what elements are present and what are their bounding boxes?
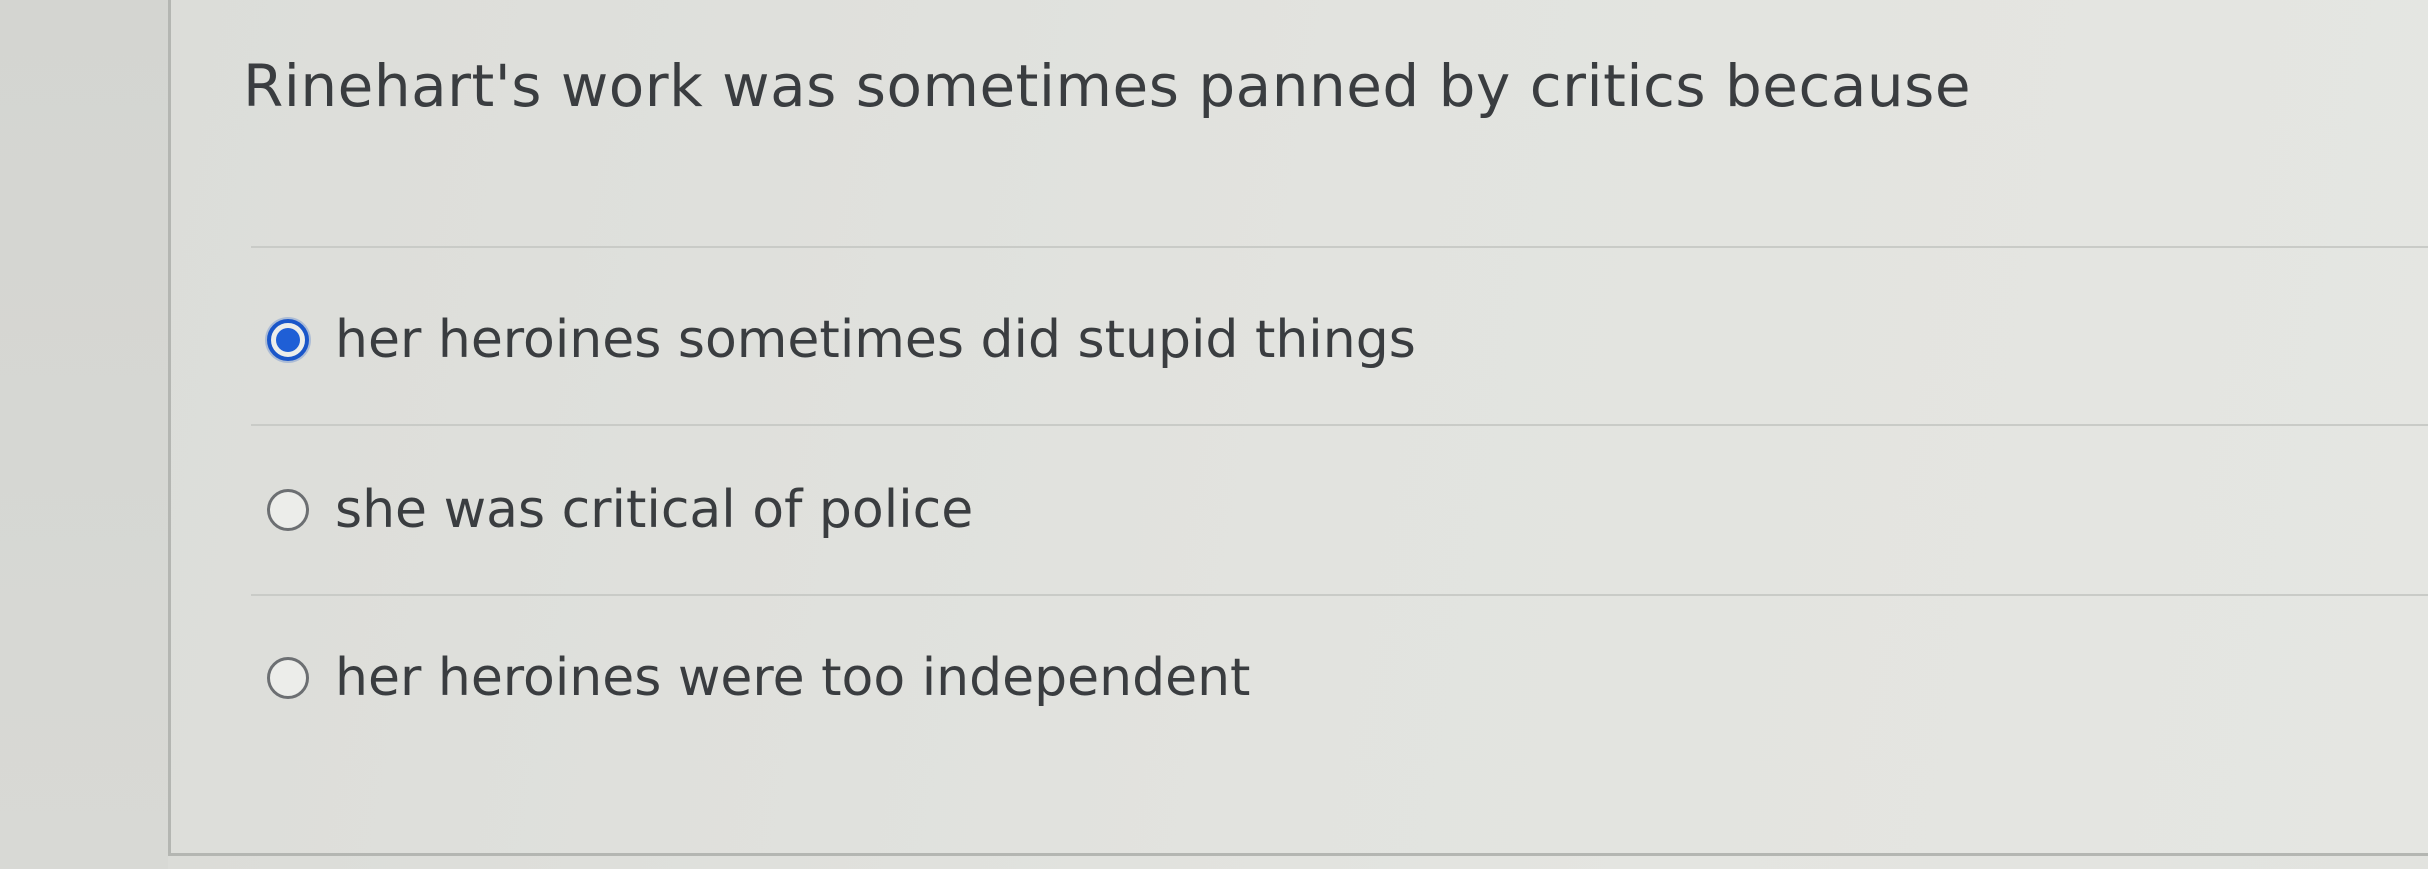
left-gutter [0, 0, 168, 869]
radio-button-selected[interactable] [267, 319, 309, 361]
radio-button[interactable] [267, 489, 309, 531]
divider [251, 424, 2428, 426]
answer-option-3[interactable]: her heroines were too independent [267, 638, 1250, 718]
answer-option-label: she was critical of police [335, 480, 974, 540]
radio-button[interactable] [267, 657, 309, 699]
answer-option-label: her heroines sometimes did stupid things [335, 310, 1416, 370]
question-panel: Rinehart's work was sometimes panned by … [168, 0, 2428, 856]
divider [251, 594, 2428, 596]
question-text: Rinehart's work was sometimes panned by … [243, 52, 1972, 120]
answer-option-2[interactable]: she was critical of police [267, 470, 973, 550]
divider [251, 246, 2428, 248]
answer-option-label: her heroines were too independent [335, 648, 1251, 708]
answer-option-1[interactable]: her heroines sometimes did stupid things [267, 300, 1416, 380]
